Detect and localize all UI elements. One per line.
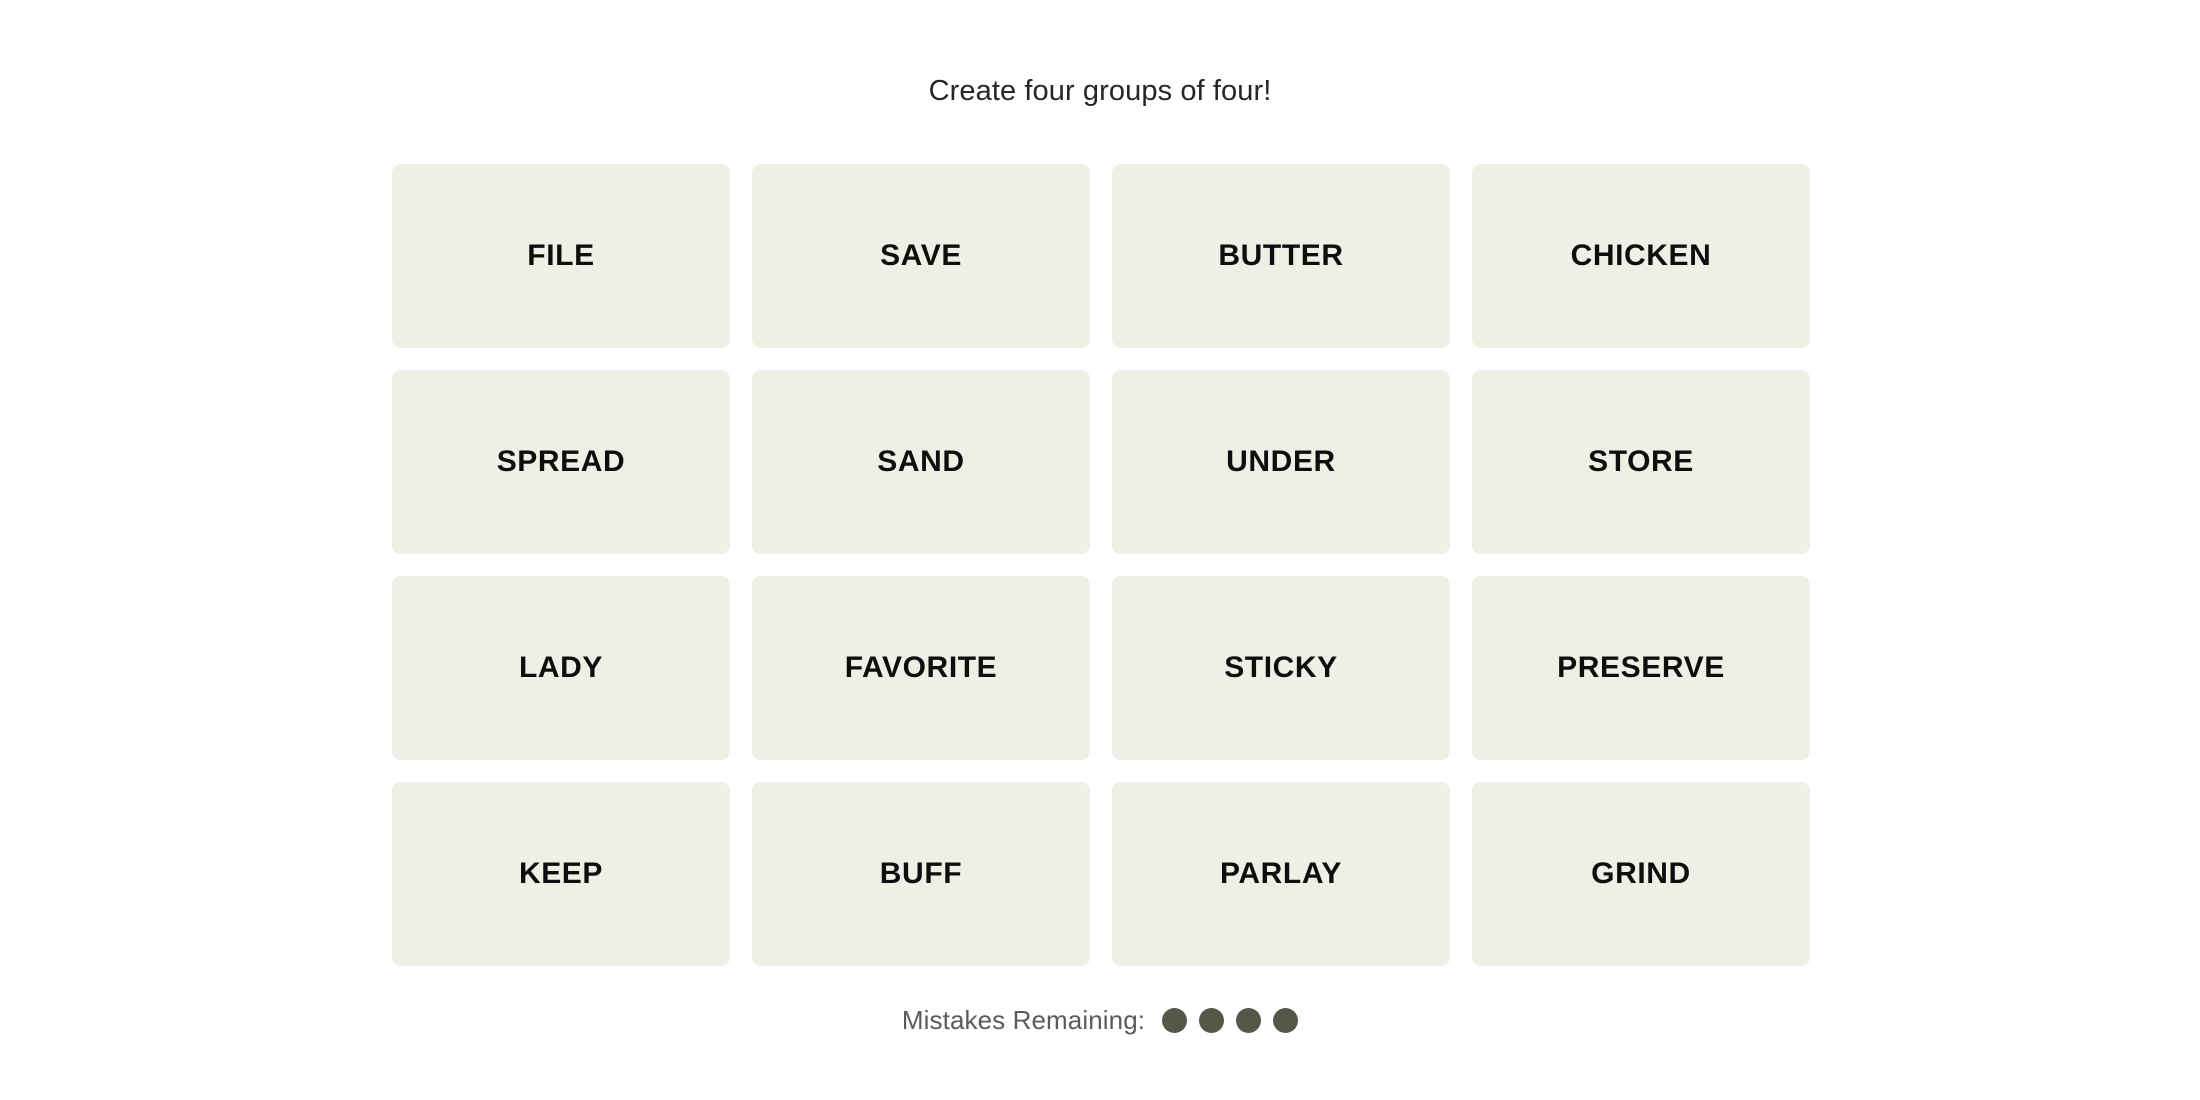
word-tile[interactable]: SPREAD — [392, 370, 730, 554]
word-tile[interactable]: UNDER — [1112, 370, 1450, 554]
game-root: Create four groups of four! FILE SAVE BUTT… — [0, 0, 2200, 1100]
word-tile-label: STORE — [1588, 445, 1694, 478]
word-tile[interactable]: LADY — [392, 576, 730, 760]
mistake-dot — [1199, 1007, 1225, 1033]
word-tile-label: LADY — [518, 651, 604, 684]
word-tile[interactable]: SAND — [752, 370, 1090, 554]
word-tile-label: SAND — [877, 445, 965, 478]
mistake-dot-group — [1162, 1007, 1299, 1033]
word-tile[interactable]: PRESERVE — [1472, 576, 1810, 760]
word-tile-label: BUFF — [879, 857, 963, 890]
word-tile-label: PRESERVE — [1557, 651, 1725, 684]
word-tile-label: FAVORITE — [844, 651, 998, 684]
word-tile-label: FILE — [527, 239, 595, 272]
word-tile[interactable]: GRIND — [1472, 782, 1810, 966]
page-title: Create four groups of four! — [928, 75, 1272, 107]
mistake-dot — [1162, 1007, 1188, 1033]
mistake-dot — [1273, 1007, 1299, 1033]
word-tile-label: UNDER — [1226, 445, 1336, 478]
mistake-dot — [1236, 1007, 1262, 1033]
word-tile-grid: FILE SAVE BUTTER CHICKEN SPREAD SAND UNDER STOR… — [392, 164, 1810, 966]
word-tile[interactable]: STORE — [1472, 370, 1810, 554]
mistakes-remaining-label: Mistakes Remaining: — [901, 1005, 1146, 1035]
word-tile[interactable]: FILE — [392, 164, 730, 348]
word-tile[interactable]: PARLAY — [1112, 782, 1450, 966]
word-tile-label: PARLAY — [1220, 857, 1342, 890]
word-tile[interactable]: BUTTER — [1112, 164, 1450, 348]
mistakes-remaining-bar: Mistakes Remaining: — [0, 1005, 2200, 1035]
word-tile-label: CHICKEN — [1570, 239, 1712, 272]
word-tile[interactable]: STICKY — [1112, 576, 1450, 760]
word-tile[interactable]: BUFF — [752, 782, 1090, 966]
word-tile[interactable]: SAVE — [752, 164, 1090, 348]
word-tile-label: SPREAD — [496, 445, 626, 478]
word-tile-label: STICKY — [1224, 651, 1338, 684]
word-tile[interactable]: FAVORITE — [752, 576, 1090, 760]
word-tile[interactable]: KEEP — [392, 782, 730, 966]
word-tile-label: KEEP — [518, 857, 604, 890]
word-tile-label: BUTTER — [1218, 239, 1344, 272]
word-tile[interactable]: CHICKEN — [1472, 164, 1810, 348]
word-tile-label: SAVE — [880, 239, 962, 272]
word-tile-label: GRIND — [1591, 857, 1691, 890]
